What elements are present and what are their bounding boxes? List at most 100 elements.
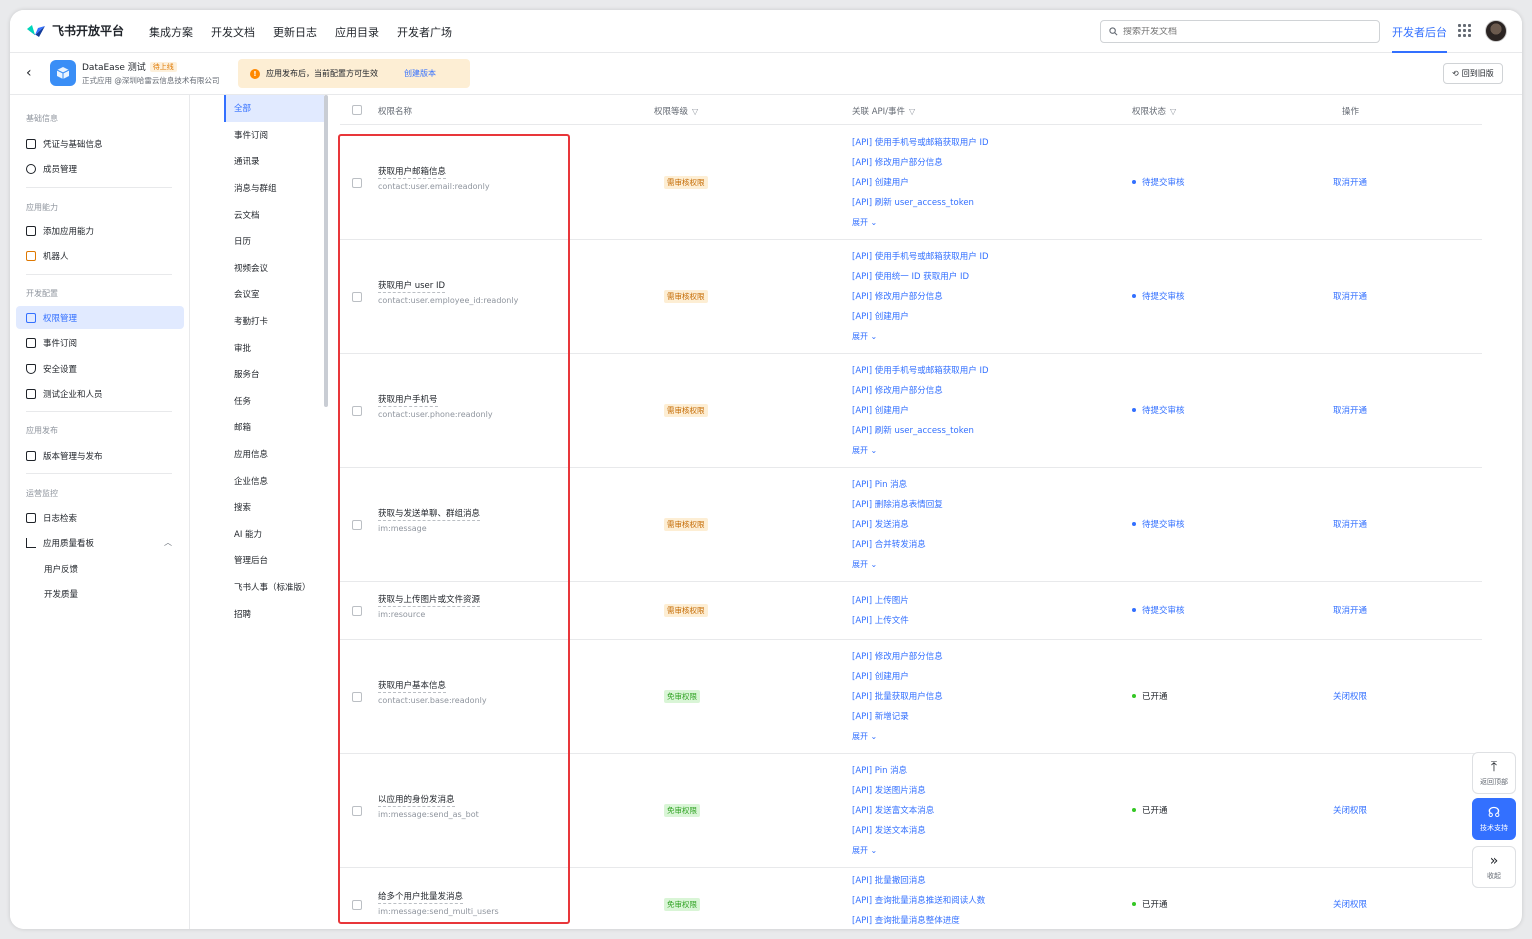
category-item[interactable]: 任务 bbox=[224, 388, 324, 415]
row-checkbox[interactable] bbox=[352, 178, 362, 188]
api-link[interactable]: [API] 使用手机号或邮箱获取用户 ID bbox=[852, 361, 989, 381]
sidebar-item-security[interactable]: 安全设置 bbox=[16, 357, 184, 380]
permission-action-link[interactable]: 取消开通 bbox=[1333, 176, 1367, 188]
api-link[interactable]: [API] Pin 消息 bbox=[852, 761, 934, 781]
category-item[interactable]: 会议室 bbox=[224, 281, 324, 308]
permission-action-link[interactable]: 取消开通 bbox=[1333, 404, 1367, 416]
row-checkbox[interactable] bbox=[352, 806, 362, 816]
category-item[interactable]: 招聘 bbox=[224, 600, 324, 627]
nav-changelog[interactable]: 更新日志 bbox=[273, 24, 317, 40]
api-link[interactable]: [API] 发送富文本消息 bbox=[852, 801, 934, 821]
expand-toggle[interactable]: 展开 ⌄ bbox=[852, 555, 943, 575]
sidebar-item-bot[interactable]: 机器人 bbox=[16, 244, 184, 267]
expand-toggle[interactable]: 展开 ⌄ bbox=[852, 213, 989, 233]
tech-support-button[interactable]: ☊ 技术支持 bbox=[1472, 798, 1516, 840]
category-item[interactable]: 日历 bbox=[224, 228, 324, 255]
api-link[interactable]: [API] 创建用户 bbox=[852, 401, 989, 421]
select-all-checkbox[interactable] bbox=[352, 105, 362, 115]
nav-app-directory[interactable]: 应用目录 bbox=[335, 24, 379, 40]
api-link[interactable]: [API] Pin 消息 bbox=[852, 475, 943, 495]
permission-action-link[interactable]: 取消开通 bbox=[1333, 604, 1367, 616]
category-item[interactable]: 服务台 bbox=[224, 361, 324, 388]
api-link[interactable]: [API] 合并转发消息 bbox=[852, 535, 943, 555]
back-icon[interactable]: ‹ bbox=[26, 65, 32, 81]
api-link[interactable]: [API] 刷新 user_access_token bbox=[852, 193, 989, 213]
category-item[interactable]: 审批 bbox=[224, 334, 324, 361]
row-checkbox[interactable] bbox=[352, 606, 362, 616]
row-checkbox[interactable] bbox=[352, 692, 362, 702]
filter-icon[interactable]: ▽ bbox=[692, 107, 698, 116]
doc-search[interactable] bbox=[1100, 20, 1380, 43]
api-link[interactable]: [API] 发送文本消息 bbox=[852, 821, 934, 841]
permission-name[interactable]: 获取用户基本信息 bbox=[378, 679, 447, 693]
filter-icon[interactable]: ▽ bbox=[909, 107, 915, 116]
category-item[interactable]: 通讯录 bbox=[224, 148, 324, 175]
api-link[interactable]: [API] 刷新 user_access_token bbox=[852, 421, 989, 441]
search-input[interactable] bbox=[1123, 26, 1363, 37]
row-checkbox[interactable] bbox=[352, 406, 362, 416]
api-link[interactable]: [API] 新增记录 bbox=[852, 707, 943, 727]
category-item[interactable]: 飞书人事（标准版） bbox=[224, 574, 324, 601]
permission-action-link[interactable]: 关闭权限 bbox=[1333, 804, 1367, 816]
permission-name[interactable]: 获取用户 user ID bbox=[378, 279, 445, 293]
category-item[interactable]: 搜索 bbox=[224, 494, 324, 521]
permission-name[interactable]: 给多个用户批量发消息 bbox=[378, 890, 464, 904]
expand-toggle[interactable]: 展开 ⌄ bbox=[852, 327, 989, 347]
category-item[interactable]: 消息与群组 bbox=[224, 175, 324, 202]
api-link[interactable]: [API] 发送消息 bbox=[852, 515, 943, 535]
expand-toggle[interactable]: 展开 ⌄ bbox=[852, 841, 934, 861]
nav-docs[interactable]: 开发文档 bbox=[211, 24, 255, 40]
brand-logo[interactable]: 飞书开放平台 bbox=[26, 22, 124, 39]
api-link[interactable]: [API] 批量获取用户信息 bbox=[852, 687, 943, 707]
sidebar-item-events[interactable]: 事件订阅 bbox=[16, 331, 184, 354]
api-link[interactable]: [API] 查询批量消息推送和阅读人数 bbox=[852, 891, 985, 911]
permission-name[interactable]: 获取用户邮箱信息 bbox=[378, 165, 447, 179]
category-item[interactable]: 考勤打卡 bbox=[224, 308, 324, 335]
api-link[interactable]: [API] 创建用户 bbox=[852, 667, 943, 687]
permission-name[interactable]: 获取与发送单聊、群组消息 bbox=[378, 507, 481, 521]
sidebar-item-credentials[interactable]: 凭证与基础信息 bbox=[16, 132, 184, 155]
row-checkbox[interactable] bbox=[352, 292, 362, 302]
api-link[interactable]: [API] 使用手机号或邮箱获取用户 ID bbox=[852, 133, 989, 153]
category-item[interactable]: 企业信息 bbox=[224, 467, 324, 494]
api-link[interactable]: [API] 修改用户部分信息 bbox=[852, 153, 989, 173]
api-link[interactable]: [API] 修改用户部分信息 bbox=[852, 647, 943, 667]
create-version-link[interactable]: 创建版本 bbox=[404, 68, 436, 79]
avatar[interactable] bbox=[1485, 20, 1507, 42]
expand-toggle[interactable]: 展开 ⌄ bbox=[852, 441, 989, 461]
category-item[interactable]: 管理后台 bbox=[224, 547, 324, 574]
api-link[interactable]: [API] 批量撤回消息 bbox=[852, 871, 985, 891]
sidebar-item-add-capability[interactable]: 添加应用能力 bbox=[16, 219, 184, 242]
api-link[interactable]: [API] 修改用户部分信息 bbox=[852, 287, 989, 307]
dev-console-tab[interactable]: 开发者后台 bbox=[1392, 10, 1447, 53]
permission-action-link[interactable]: 关闭权限 bbox=[1333, 690, 1367, 702]
api-link[interactable]: [API] 上传图片 bbox=[852, 591, 909, 611]
sidebar-item-feedback[interactable]: 用户反馈 bbox=[16, 557, 184, 580]
api-link[interactable]: [API] 发送图片消息 bbox=[852, 781, 934, 801]
row-checkbox[interactable] bbox=[352, 520, 362, 530]
permission-action-link[interactable]: 取消开通 bbox=[1333, 518, 1367, 530]
api-link[interactable]: [API] 上传文件 bbox=[852, 611, 909, 631]
expand-toggle[interactable]: 展开 ⌄ bbox=[852, 727, 943, 747]
sidebar-item-logs[interactable]: 日志检索 bbox=[16, 506, 184, 529]
permission-name[interactable]: 获取用户手机号 bbox=[378, 393, 438, 407]
category-item[interactable]: 云文档 bbox=[224, 201, 324, 228]
nav-developer-square[interactable]: 开发者广场 bbox=[397, 24, 452, 40]
category-item[interactable]: 邮箱 bbox=[224, 414, 324, 441]
category-item[interactable]: 全部 bbox=[224, 95, 324, 122]
category-item[interactable]: 应用信息 bbox=[224, 441, 324, 468]
permission-name[interactable]: 获取与上传图片或文件资源 bbox=[378, 593, 481, 607]
api-link[interactable]: [API] 修改用户部分信息 bbox=[852, 381, 989, 401]
category-item[interactable]: AI 能力 bbox=[224, 521, 324, 548]
app-grid-icon[interactable] bbox=[1458, 24, 1471, 37]
row-checkbox[interactable] bbox=[352, 900, 362, 910]
category-item[interactable]: 事件订阅 bbox=[224, 122, 324, 149]
api-link[interactable]: [API] 创建用户 bbox=[852, 307, 989, 327]
collapse-button[interactable]: » 收起 bbox=[1472, 846, 1516, 888]
sidebar-item-test-users[interactable]: 测试企业和人员 bbox=[16, 382, 184, 405]
sidebar-item-versions[interactable]: 版本管理与发布 bbox=[16, 444, 184, 467]
category-item[interactable]: 视频会议 bbox=[224, 255, 324, 282]
back-to-top-button[interactable]: ⤒ 返回顶部 bbox=[1472, 752, 1516, 794]
sidebar-item-members[interactable]: 成员管理 bbox=[16, 157, 184, 180]
permission-name[interactable]: 以应用的身份发消息 bbox=[378, 793, 455, 807]
